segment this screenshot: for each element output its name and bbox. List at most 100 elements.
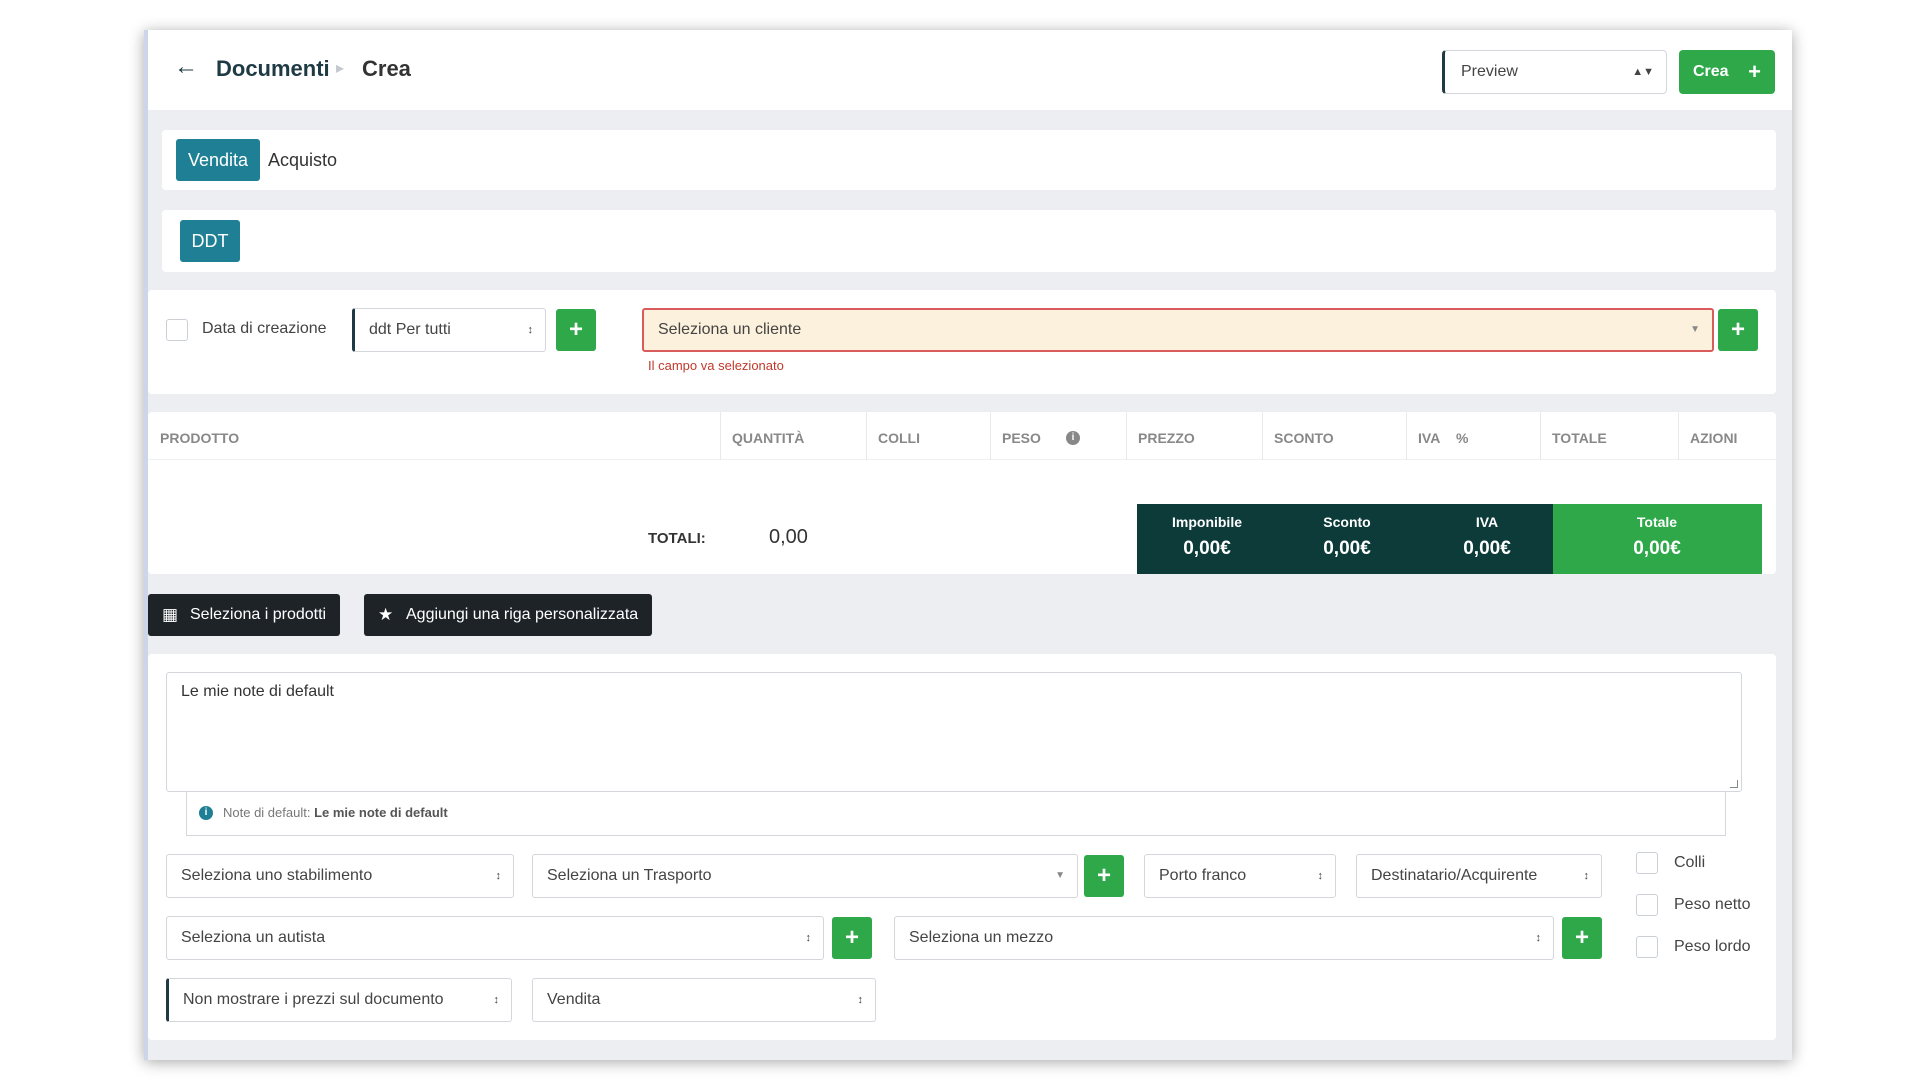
create-button[interactable]: Crea +: [1679, 50, 1775, 94]
th-sconto: SCONTO: [1274, 430, 1334, 446]
select-arrows-icon: ↕: [493, 994, 500, 1006]
select-arrows-icon: ↕: [805, 932, 812, 944]
dropdown-caret-icon: ▼: [1055, 870, 1065, 881]
summary-dark-panel: Imponibile 0,00€ Sconto 0,00€ IVA 0,00€: [1137, 504, 1553, 574]
select-arrows-icon: ↕: [1583, 870, 1590, 882]
select-arrows-icon: ↕: [1317, 870, 1324, 882]
document-details-card: Le mie note di default i Note di default…: [148, 654, 1776, 1040]
products-table: PRODOTTO QUANTITÀ COLLI PESO i PREZZO SC…: [148, 412, 1776, 574]
column-divider: [990, 412, 991, 460]
tab-vendita[interactable]: Vendita: [176, 139, 261, 181]
summary-totale-value: 0,00€: [1633, 538, 1681, 559]
select-arrows-icon: ▲▼: [1632, 66, 1654, 78]
document-type-card: DDT: [162, 210, 1776, 272]
summary-sconto-title: Sconto: [1323, 514, 1371, 530]
th-iva: IVA: [1418, 430, 1441, 446]
th-quantita: QUANTITÀ: [732, 430, 805, 446]
th-prodotto: PRODOTTO: [160, 430, 240, 446]
add-client-button[interactable]: +: [1718, 309, 1758, 351]
create-button-label: Crea: [1693, 63, 1729, 80]
vehicle-select-value: Seleziona un mezzo: [909, 929, 1054, 946]
document-header-form: Data di creazione ddt Per tutti ↕ + Sele…: [148, 290, 1776, 394]
th-colli: COLLI: [878, 430, 920, 446]
add-transport-button[interactable]: +: [1084, 855, 1124, 897]
dropdown-caret-icon: ▼: [1690, 324, 1700, 335]
add-custom-row-label: Aggiungi una riga personalizzata: [406, 606, 639, 623]
colli-checkbox[interactable]: [1636, 852, 1658, 874]
summary-totale: Totale 0,00€: [1587, 504, 1727, 574]
port-select[interactable]: Porto franco ↕: [1144, 854, 1336, 898]
notes-text: Le mie note di default: [181, 683, 334, 700]
th-peso: PESO: [1002, 430, 1041, 446]
driver-select[interactable]: Seleziona un autista ↕: [166, 916, 824, 960]
summary-iva-value: 0,00€: [1463, 538, 1511, 559]
summary-sconto: Sconto 0,00€: [1277, 504, 1417, 574]
gross-weight-checkbox[interactable]: [1636, 936, 1658, 958]
net-weight-label: Peso netto: [1674, 896, 1751, 913]
document-series-select[interactable]: ddt Per tutti ↕: [352, 308, 546, 352]
column-divider: [866, 412, 867, 460]
recipient-select[interactable]: Destinatario/Acquirente ↕: [1356, 854, 1602, 898]
preview-select[interactable]: Preview ▲▼: [1442, 50, 1667, 94]
client-select-placeholder: Seleziona un cliente: [658, 321, 802, 338]
column-divider: [720, 412, 721, 460]
app-window: ← Documenti ▸ Crea Preview ▲▼ Crea + Ven…: [144, 30, 1792, 1060]
select-arrows-icon: ↕: [1535, 932, 1542, 944]
client-select[interactable]: Seleziona un cliente ▼: [642, 308, 1714, 352]
add-driver-button[interactable]: +: [832, 917, 872, 959]
notes-hint-value: Le mie note di default: [314, 805, 448, 820]
totals-value: 0,00: [769, 526, 808, 548]
select-products-button[interactable]: ▦ Seleziona i prodotti: [148, 594, 341, 636]
column-divider: [1262, 412, 1263, 460]
th-prezzo: PREZZO: [1138, 430, 1195, 446]
th-totale: TOTALE: [1552, 430, 1607, 446]
breadcrumb-crea: Crea: [362, 56, 411, 81]
th-azioni: AZIONI: [1690, 430, 1738, 446]
creation-date-label: Data di creazione: [202, 320, 327, 337]
net-weight-checkbox[interactable]: [1636, 894, 1658, 916]
plant-select-value: Seleziona uno stabilimento: [181, 867, 373, 884]
summary-totale-title: Totale: [1636, 514, 1678, 530]
notes-default-hint: i Note di default: Le mie note di defaul…: [186, 792, 1726, 836]
colli-label: Colli: [1674, 854, 1706, 871]
column-divider: [1406, 412, 1407, 460]
select-arrows-icon: ↕: [495, 870, 502, 882]
plant-select[interactable]: Seleziona uno stabilimento ↕: [166, 854, 514, 898]
plus-icon: +: [1748, 59, 1761, 84]
iva-percent-icon: %: [1456, 430, 1469, 446]
resize-grip-icon[interactable]: [1730, 780, 1738, 788]
breadcrumb-chevron-icon: ▸: [336, 60, 345, 77]
totals-label: TOTALI:: [648, 530, 706, 547]
column-divider: [1678, 412, 1679, 460]
client-error-message: Il campo va selezionato: [648, 358, 784, 373]
summary-imponibile: Imponibile 0,00€: [1137, 504, 1277, 574]
gross-weight-label: Peso lordo: [1674, 938, 1751, 955]
price-visibility-value: Non mostrare i prezzi sul documento: [183, 991, 444, 1008]
box-icon: ▦: [162, 605, 179, 624]
port-select-value: Porto franco: [1159, 867, 1247, 884]
recipient-select-value: Destinatario/Acquirente: [1371, 867, 1538, 884]
notes-hint-label: Note di default:: [223, 805, 311, 820]
notes-textarea[interactable]: Le mie note di default: [166, 672, 1742, 792]
document-series-value: ddt Per tutti: [369, 321, 451, 338]
doc-type-ddt-button[interactable]: DDT: [180, 220, 240, 262]
column-divider: [1540, 412, 1541, 460]
top-bar: ← Documenti ▸ Crea Preview ▲▼ Crea +: [148, 30, 1792, 110]
creation-date-checkbox[interactable]: [166, 319, 188, 341]
add-vehicle-button[interactable]: +: [1562, 917, 1602, 959]
transport-select[interactable]: Seleziona un Trasporto ▼: [532, 854, 1078, 898]
transport-reason-select[interactable]: Vendita ↕: [532, 978, 876, 1022]
tab-acquisto[interactable]: Acquisto: [256, 139, 349, 181]
summary-iva: IVA 0,00€: [1417, 504, 1557, 574]
back-arrow-icon[interactable]: ←: [174, 52, 204, 82]
select-arrows-icon: ↕: [857, 994, 864, 1006]
price-visibility-select[interactable]: Non mostrare i prezzi sul documento ↕: [166, 978, 512, 1022]
preview-select-value: Preview: [1461, 63, 1518, 80]
breadcrumb-documenti[interactable]: Documenti: [216, 56, 330, 82]
add-series-button[interactable]: +: [556, 309, 596, 351]
vehicle-select[interactable]: Seleziona un mezzo ↕: [894, 916, 1554, 960]
select-arrows-icon: ↕: [527, 324, 534, 336]
info-icon[interactable]: i: [1066, 431, 1080, 445]
add-custom-row-button[interactable]: ★ Aggiungi una riga personalizzata: [364, 594, 653, 636]
table-header-row: PRODOTTO QUANTITÀ COLLI PESO i PREZZO SC…: [148, 412, 1776, 460]
